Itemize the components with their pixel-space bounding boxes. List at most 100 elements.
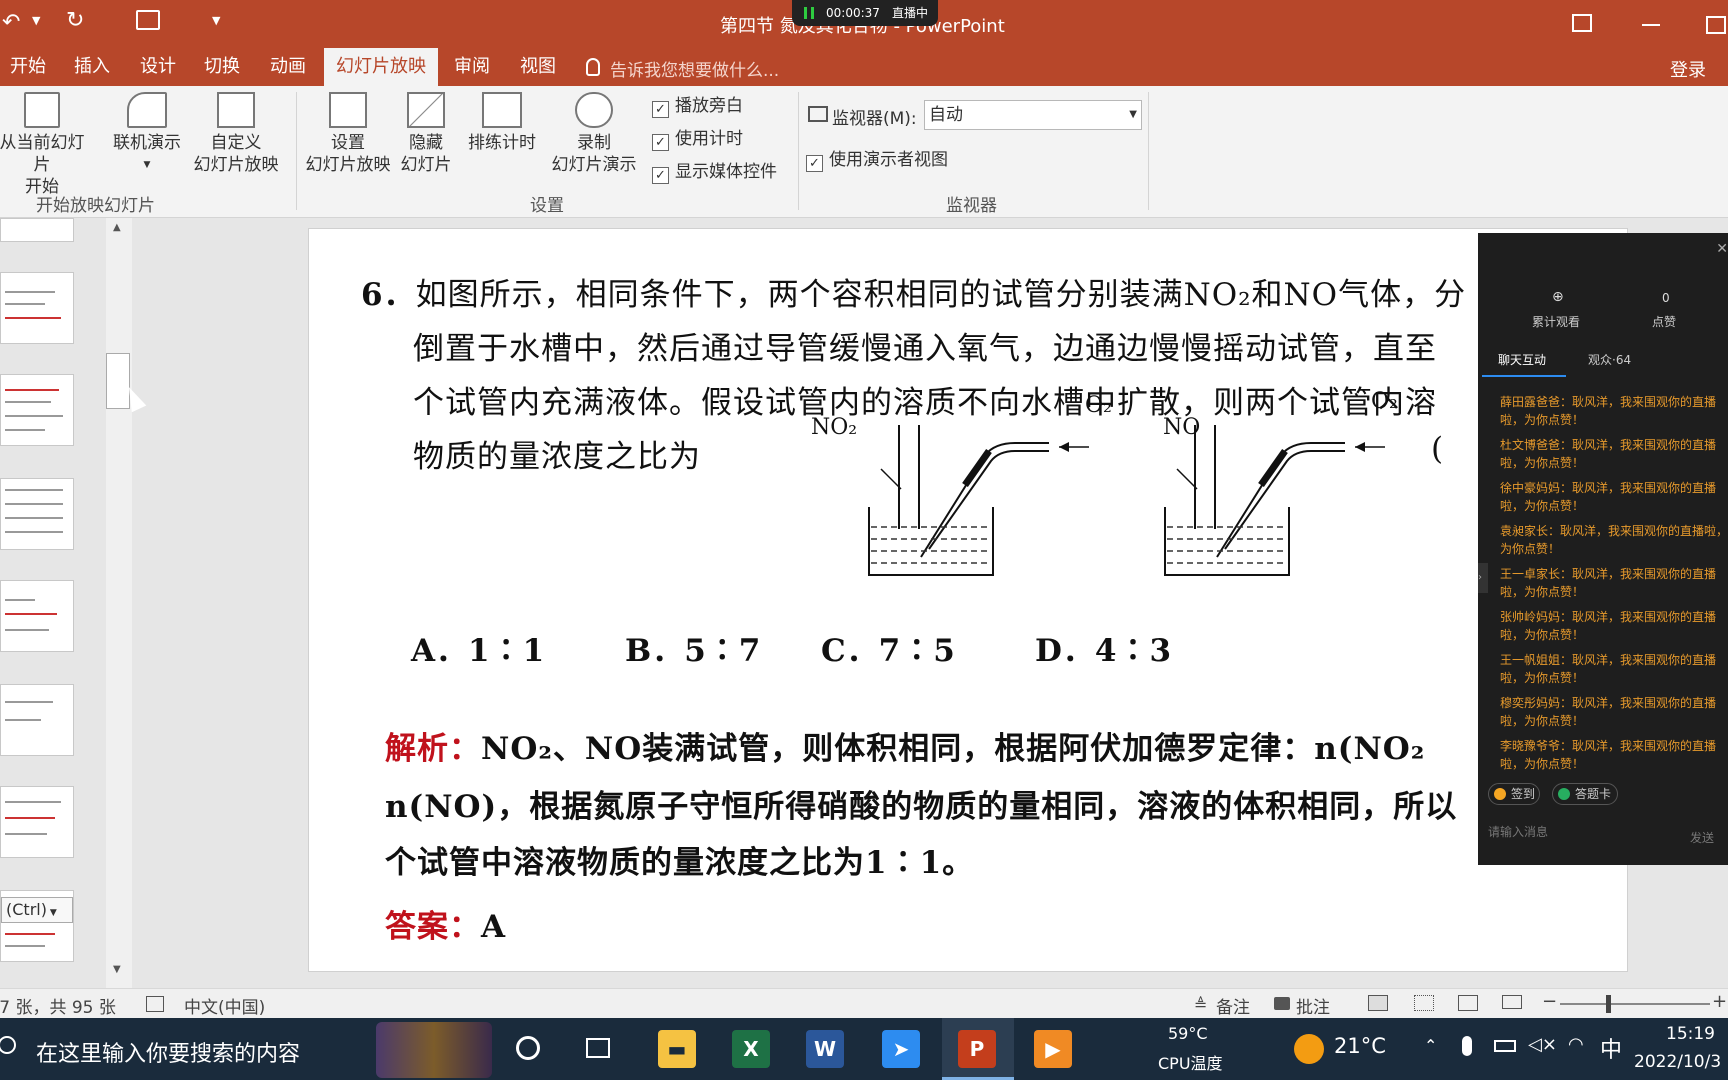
show-media-controls-checkbox[interactable]: ✓ 显示媒体控件 <box>652 160 777 184</box>
play-narrations-checkbox[interactable]: ✓ 播放旁白 <box>652 94 743 118</box>
paste-ctrl-label: (Ctrl) <box>6 900 47 919</box>
slide-thumbnail[interactable] <box>0 218 74 242</box>
normal-view-icon[interactable] <box>1368 995 1388 1011</box>
slide-sorter-icon[interactable] <box>1414 995 1434 1011</box>
word-icon[interactable]: W <box>806 1030 844 1068</box>
hide-slide-label-2: 幻灯片 <box>400 155 452 175</box>
live-app-icon[interactable]: ▶ <box>1034 1030 1072 1068</box>
ribbon-slideshow: 从当前幻灯片 开始 联机演示 ▼ 自定义 幻灯片放映 开始放映幻灯片 设置 幻灯… <box>0 86 1728 218</box>
powerpoint-icon[interactable]: P <box>958 1030 996 1068</box>
tab-design[interactable]: 设计 <box>130 48 186 86</box>
answer-card-button[interactable]: 答题卡 <box>1552 783 1618 805</box>
analysis-label: 解析： <box>385 731 481 767</box>
send-button[interactable]: 发送 <box>1690 829 1714 846</box>
spellcheck-icon[interactable] <box>146 996 164 1012</box>
tab-chat[interactable]: 聊天互动 <box>1498 351 1546 368</box>
minimize-icon[interactable] <box>1642 24 1660 26</box>
analysis-line-3: 个试管中溶液物质的量浓度之比为1∶1。 <box>385 845 975 881</box>
tab-review[interactable]: 审阅 <box>444 48 500 86</box>
maximize-icon[interactable] <box>1706 16 1726 34</box>
slideshow-view-icon[interactable] <box>1502 995 1522 1009</box>
tab-audience[interactable]: 观众·64 <box>1588 351 1631 368</box>
custom-slideshow-button[interactable]: 自定义 幻灯片放映 <box>184 92 288 176</box>
slide-thumbnail[interactable] <box>0 272 74 344</box>
slide-thumbnail[interactable] <box>0 374 74 446</box>
ime-indicator[interactable]: 中 <box>1600 1032 1622 1064</box>
monitor-label: 监视器(M): <box>832 109 917 129</box>
chat-message: 王一帆姐姐：耿风洋，我来围观你的直播啦，为你点赞！ <box>1500 653 1717 685</box>
task-view-icon[interactable] <box>586 1038 610 1058</box>
comments-button[interactable]: 批注 <box>1296 993 1330 1018</box>
reading-view-icon[interactable] <box>1458 995 1478 1011</box>
undo-dropdown-icon[interactable]: ▼ <box>32 14 40 27</box>
app-icon[interactable]: ➤ <box>882 1030 920 1068</box>
thumbnails-scrollbar[interactable]: ▲ ▼ <box>106 218 132 988</box>
excel-icon[interactable]: X <box>732 1030 770 1068</box>
search-icon[interactable] <box>0 1036 16 1054</box>
chat-message: 穆奕彤妈妈：耿风洋，我来围观你的直播啦，为你点赞！ <box>1500 696 1717 728</box>
scroll-down-icon[interactable]: ▼ <box>113 964 121 975</box>
zoom-slider-thumb[interactable] <box>1606 995 1611 1013</box>
file-explorer-icon[interactable]: ▬ <box>658 1030 696 1068</box>
wifi-icon[interactable]: ◠ <box>1568 1034 1584 1055</box>
close-icon[interactable]: ✕ <box>1716 241 1728 257</box>
tab-chat-underline <box>1482 375 1566 377</box>
slide-thumbnail-current[interactable]: (Ctrl) ▼ <box>0 890 74 962</box>
tell-me-box[interactable]: 告诉我您想要做什么... <box>610 56 779 81</box>
undo-icon[interactable]: ↶ <box>2 10 20 35</box>
question-line-3: 个试管内充满液体。假设试管内的溶质不向水槽中扩散，则两个试管内溶 <box>413 385 1437 421</box>
redo-icon[interactable]: ↻ <box>66 8 84 33</box>
weather-sun-icon[interactable] <box>1294 1034 1324 1064</box>
zoom-slider[interactable] <box>1560 1003 1710 1005</box>
record-slideshow-button[interactable]: 录制 幻灯片演示 <box>542 92 646 176</box>
hide-slide-button[interactable]: 隐藏 幻灯片 <box>396 92 456 176</box>
notes-button[interactable]: 备注 <box>1216 993 1250 1018</box>
zoom-in-icon[interactable]: + <box>1712 991 1727 1012</box>
slide-canvas[interactable]: 6．如图所示，相同条件下，两个容积相同的试管分别装满NO₂和NO气体，分 倒置于… <box>308 228 1628 972</box>
slide-thumbnail[interactable] <box>0 786 74 858</box>
setup-slideshow-label-2: 幻灯片放映 <box>305 155 391 175</box>
language-indicator[interactable]: 中文(中国) <box>184 993 265 1018</box>
slideshow-quick-icon[interactable] <box>136 10 160 30</box>
cortana-icon[interactable] <box>516 1036 540 1060</box>
microphone-icon[interactable] <box>1462 1036 1472 1056</box>
signin-button[interactable]: 签到 <box>1488 783 1540 805</box>
clock-date[interactable]: 2022/10/3 <box>1634 1052 1721 1072</box>
login-link[interactable]: 登录 <box>1670 56 1706 82</box>
rehearse-timings-button[interactable]: 排练计时 <box>462 92 542 154</box>
paste-options-button[interactable]: (Ctrl) ▼ <box>1 897 73 923</box>
weather-temp[interactable]: 21°C <box>1334 1034 1386 1058</box>
slide-thumbnail[interactable] <box>0 580 74 652</box>
monitor-select[interactable]: 自动 ▼ <box>924 100 1142 130</box>
setup-slideshow-button[interactable]: 设置 幻灯片放映 <box>302 92 394 176</box>
use-timings-checkbox[interactable]: ✓ 使用计时 <box>652 127 743 151</box>
tab-insert[interactable]: 插入 <box>64 48 120 86</box>
tray-chevron-up-icon[interactable]: ⌃ <box>1424 1036 1437 1055</box>
live-timer: 00:00:37 <box>826 6 880 20</box>
customize-toolbar-icon[interactable]: ▼ <box>212 14 220 27</box>
status-bar: 第 47 张，共 95 张 中文(中国) ≜ 备注 批注 − + <box>0 988 1728 1018</box>
figure-label-no2: NO₂ <box>811 415 858 440</box>
clock-time[interactable]: 15:19 <box>1666 1024 1715 1044</box>
ribbon-separator <box>1148 92 1149 210</box>
custom-slideshow-label-1: 自定义 <box>210 133 262 153</box>
zoom-out-icon[interactable]: − <box>1542 991 1557 1012</box>
tab-view[interactable]: 视图 <box>510 48 566 86</box>
tab-animations[interactable]: 动画 <box>260 48 316 86</box>
record-slideshow-label-2: 幻灯片演示 <box>551 155 637 175</box>
tab-home[interactable]: 开始 <box>0 48 56 86</box>
taskbar-search-box[interactable]: 在这里输入你要搜索的内容 <box>36 1036 300 1068</box>
scroll-up-icon[interactable]: ▲ <box>113 222 121 233</box>
presenter-view-checkbox[interactable]: ✓ 使用演示者视图 <box>806 148 948 172</box>
from-current-slide-button[interactable]: 从当前幻灯片 开始 <box>0 92 92 198</box>
collapse-handle-icon[interactable]: › <box>1478 563 1488 593</box>
chat-input[interactable]: 请输入消息 <box>1488 823 1548 840</box>
tab-transitions[interactable]: 切换 <box>194 48 250 86</box>
slide-thumbnail[interactable] <box>0 684 74 756</box>
tab-slideshow[interactable]: 幻灯片放映 <box>324 48 438 86</box>
slide-thumbnail[interactable] <box>0 478 74 550</box>
ribbon-display-icon[interactable] <box>1572 14 1592 32</box>
online-present-button[interactable]: 联机演示 ▼ <box>104 92 190 176</box>
battery-icon[interactable] <box>1494 1040 1516 1052</box>
volume-muted-icon[interactable]: ◁× <box>1528 1034 1557 1055</box>
